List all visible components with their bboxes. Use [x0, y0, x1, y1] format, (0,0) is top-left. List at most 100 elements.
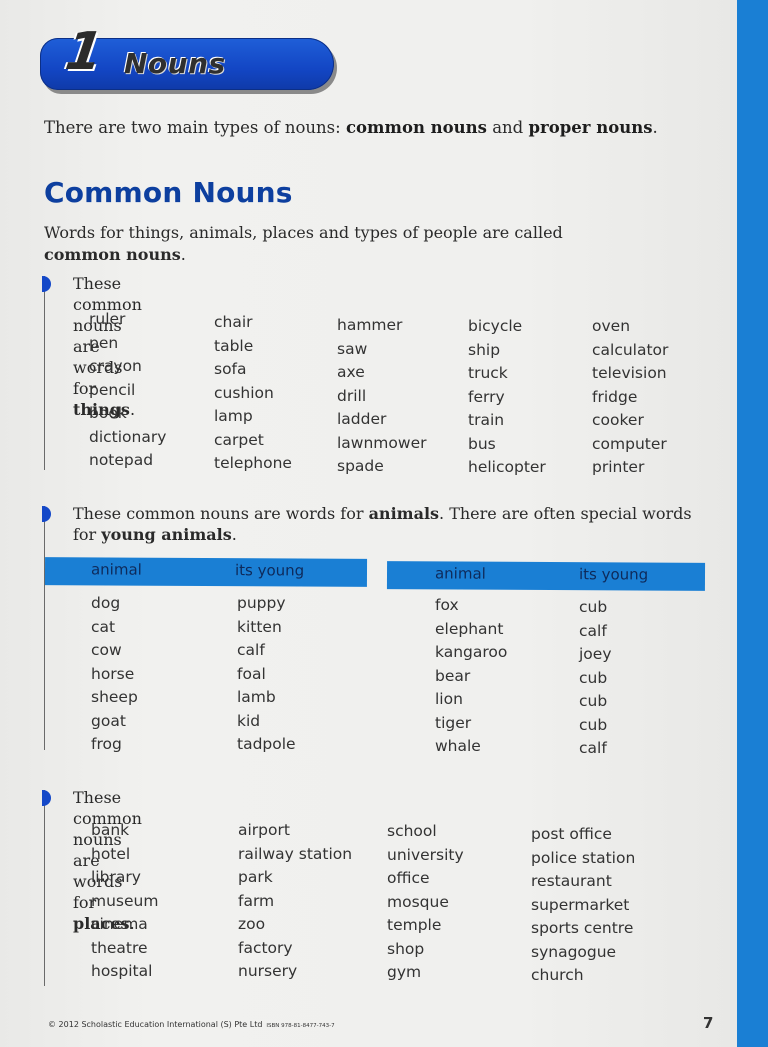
table-cell: horse	[91, 664, 135, 683]
word: airport	[238, 821, 290, 839]
animals-heading-end: .	[231, 525, 237, 544]
intro-bold-proper: proper nouns	[528, 118, 653, 137]
word: hospital	[91, 962, 153, 980]
word: carpet	[214, 430, 264, 449]
places-column-4: post office police station restaurant su…	[531, 823, 635, 988]
table-column-its-young: puppy kitten calf foal lamb kid tadpole	[237, 592, 296, 757]
things-column-1: ruler pen crayon pencil book dictionary …	[89, 308, 166, 473]
places-column-3: school university office mosque temple s…	[387, 820, 464, 985]
word: pen	[89, 333, 119, 352]
word: oven	[592, 317, 631, 335]
word: park	[238, 868, 273, 886]
word: ship	[468, 340, 501, 359]
word: library	[91, 868, 141, 886]
word: lamp	[214, 407, 253, 425]
things-column-5: oven calculator television fridge cooker…	[592, 315, 668, 480]
animals-heading-bold-1: animals	[368, 504, 440, 523]
bullet-marker-icon	[42, 506, 51, 522]
intro-plain-2: and	[486, 118, 529, 137]
table-cell: cub	[579, 668, 608, 687]
table-cell: calf	[579, 739, 607, 757]
things-column-2: chair table sofa cushion lamp carpet tel…	[214, 311, 292, 476]
table-header-its-young: its young	[578, 565, 649, 584]
word: zoo	[238, 915, 266, 933]
word: bus	[468, 434, 496, 453]
word: ladder	[337, 410, 387, 428]
word: factory	[238, 938, 293, 957]
word: spade	[337, 457, 384, 475]
table-cell: calf	[237, 641, 265, 659]
word: police station	[531, 848, 636, 867]
table-cell: foal	[237, 664, 266, 683]
word: drill	[337, 386, 367, 405]
word: synagogue	[531, 942, 617, 961]
table-cell: cow	[91, 641, 122, 659]
word: hotel	[91, 844, 131, 863]
word: bank	[91, 821, 130, 839]
isbn-text: ISBN 978-81-8477-743-7	[266, 1023, 335, 1029]
copyright-footer: © 2012 Scholastic Education Internationa…	[48, 1020, 335, 1029]
table-header-animal: animal	[434, 564, 486, 583]
table-cell: goat	[91, 711, 126, 730]
word: saw	[337, 339, 368, 358]
table-header-row: animal its young	[386, 561, 706, 591]
intro-text: There are two main types of nouns: commo…	[44, 118, 658, 137]
word: mosque	[387, 892, 449, 911]
word: gym	[387, 963, 422, 981]
intro-bold-common: common nouns	[345, 118, 487, 137]
table-cell: frog	[91, 735, 122, 753]
page-edge-color-strip	[737, 0, 768, 1047]
table-cell: lamb	[237, 688, 276, 706]
word: ruler	[89, 310, 126, 328]
word: pencil	[89, 380, 136, 399]
word: office	[387, 869, 430, 887]
word: sports centre	[531, 919, 634, 937]
table-cell: lion	[435, 690, 463, 708]
word: table	[214, 336, 254, 355]
word: telephone	[214, 454, 292, 472]
word: chair	[214, 313, 253, 331]
bullet-marker-icon	[42, 276, 51, 292]
animals-subsection: These common nouns are words for animals…	[42, 504, 706, 757]
things-column-3: hammer saw axe drill ladder lawnmower sp…	[337, 314, 426, 479]
word: bicycle	[468, 317, 523, 335]
word: restaurant	[531, 872, 612, 890]
word: school	[387, 822, 437, 840]
word: supermarket	[531, 895, 630, 914]
word: temple	[387, 916, 442, 934]
section-desc-bold: common nouns	[44, 245, 181, 264]
table-cell: sheep	[91, 688, 138, 706]
word: railway station	[238, 844, 353, 863]
section-title: Common Nouns	[44, 176, 293, 209]
word: church	[531, 966, 584, 984]
table-column-its-young: cub calf joey cub cub cub calf	[579, 596, 612, 761]
table-cell: tadpole	[237, 735, 296, 753]
word: book	[89, 404, 127, 422]
word: theatre	[91, 938, 148, 957]
table-cell: fox	[435, 596, 459, 614]
animals-heading-bold-2: young animals	[101, 525, 232, 544]
table-cell: bear	[435, 666, 471, 685]
word: dictionary	[89, 427, 167, 446]
animals-heading: These common nouns are words for animals…	[73, 503, 713, 545]
page-number: 7	[703, 1014, 714, 1032]
table-cell: cub	[579, 692, 608, 710]
word: farm	[238, 891, 275, 910]
section-desc-end: .	[180, 245, 186, 264]
table-cell: kangaroo	[435, 643, 508, 661]
word: sofa	[214, 360, 247, 378]
word: computer	[592, 434, 667, 453]
word: lawnmower	[337, 433, 427, 452]
table-header-animal: animal	[90, 560, 142, 579]
word: crayon	[89, 357, 142, 375]
table-cell: puppy	[237, 594, 286, 612]
word: calculator	[592, 340, 669, 359]
table-cell: cub	[579, 598, 608, 616]
table-column-animal: fox elephant kangaroo bear lion tiger wh…	[435, 594, 507, 759]
table-cell: dog	[91, 594, 121, 612]
places-column-2: airport railway station park farm zoo fa…	[238, 819, 352, 984]
table-cell: tiger	[435, 713, 472, 732]
section-description: Words for things, animals, places and ty…	[44, 222, 604, 266]
word: cushion	[214, 383, 274, 402]
word: shop	[387, 939, 425, 958]
